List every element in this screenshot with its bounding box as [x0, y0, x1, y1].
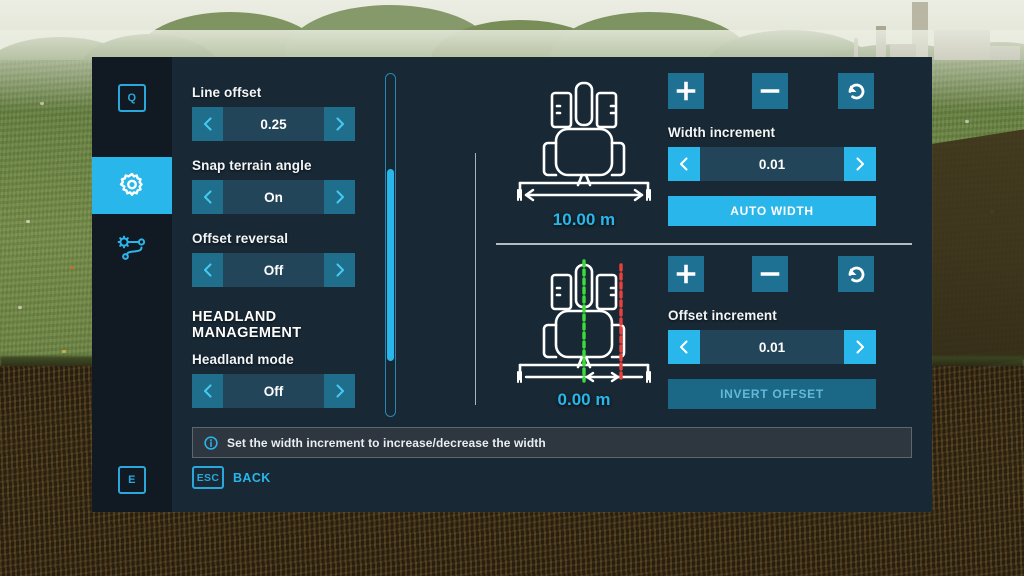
- working-width-diagram: 10.00 m: [494, 75, 674, 245]
- chevron-right-icon: [856, 157, 865, 171]
- field-headland-mode: Headland mode Off: [192, 352, 367, 408]
- esc-key-hint: ESC: [192, 466, 224, 489]
- field-snap-terrain-angle: Snap terrain angle On: [192, 158, 367, 214]
- working-width-value: 10.00 m: [552, 210, 616, 229]
- settings-left-column: Line offset 0.25 Snap terrain angle On O…: [192, 85, 367, 425]
- width-increment-label: Width increment: [668, 125, 776, 140]
- invert-offset-button[interactable]: INVERT OFFSET: [668, 379, 876, 409]
- tooltip-text: Set the width increment to increase/decr…: [227, 435, 546, 450]
- gear-route-icon: [117, 235, 146, 260]
- settings-panel: Q E Line offset 0.25 Snap terrain angle …: [92, 57, 932, 512]
- stepper-value: 0.01: [758, 156, 786, 172]
- stepper-decrement-button[interactable]: [668, 330, 700, 364]
- scrollbar-thumb[interactable]: [387, 169, 394, 361]
- stepper-decrement-button[interactable]: [668, 147, 700, 181]
- offset-increment-stepper[interactable]: 0.01: [668, 330, 876, 364]
- stepper-increment-button[interactable]: [324, 374, 355, 408]
- offset-value: 0.00 m: [557, 390, 611, 409]
- undo-arrow-icon: [848, 266, 865, 283]
- stepper-increment-button[interactable]: [844, 330, 876, 364]
- scrollbar[interactable]: [385, 73, 396, 417]
- chevron-right-icon: [335, 384, 344, 398]
- gear-icon: [119, 172, 143, 196]
- decrease-offset-button[interactable]: [752, 256, 788, 292]
- undo-arrow-icon: [848, 83, 865, 100]
- minus-icon: [760, 272, 780, 276]
- chevron-left-icon: [679, 340, 688, 354]
- sidebar-item-course[interactable]: [92, 220, 172, 277]
- offset-increment-label: Offset increment: [668, 308, 777, 323]
- decrease-width-button[interactable]: [752, 73, 788, 109]
- plus-icon: [676, 264, 696, 284]
- width-action-buttons: [668, 73, 878, 109]
- field-line-offset: Line offset 0.25: [192, 85, 367, 141]
- stepper-decrement-button[interactable]: [192, 374, 223, 408]
- info-icon: [204, 435, 218, 450]
- offset-controls-group: Offset increment 0.01 INVERT OFFSET: [668, 256, 878, 409]
- stepper-value: Off: [263, 262, 284, 278]
- reset-offset-button[interactable]: [838, 256, 874, 292]
- chevron-left-icon: [203, 190, 212, 204]
- back-row[interactable]: ESC BACK: [192, 466, 271, 489]
- horizontal-separator: [496, 243, 912, 245]
- vertical-divider: [475, 153, 476, 405]
- chevron-right-icon: [335, 117, 344, 131]
- chevron-right-icon: [856, 340, 865, 354]
- plus-icon: [676, 81, 696, 101]
- stepper-value: On: [264, 189, 283, 205]
- increase-width-button[interactable]: [668, 73, 704, 109]
- key-hint-e: E: [118, 466, 146, 494]
- offset-reversal-stepper[interactable]: Off: [192, 253, 355, 287]
- reset-width-button[interactable]: [838, 73, 874, 109]
- offset-action-buttons: [668, 256, 878, 292]
- minus-icon: [760, 89, 780, 93]
- chevron-left-icon: [203, 117, 212, 131]
- section-title-headland-management: HEADLAND MANAGEMENT: [192, 309, 302, 341]
- stepper-decrement-button[interactable]: [192, 180, 223, 214]
- tractor-top-view-offset-icon: [517, 259, 651, 383]
- stepper-increment-button[interactable]: [324, 253, 355, 287]
- field-label: Offset reversal: [192, 231, 289, 246]
- tooltip-bar: Set the width increment to increase/decr…: [192, 427, 912, 458]
- sidebar: Q E: [92, 57, 172, 512]
- stepper-increment-button[interactable]: [844, 147, 876, 181]
- stepper-value: 0.25: [260, 116, 287, 132]
- line-offset-stepper[interactable]: 0.25: [192, 107, 355, 141]
- chevron-left-icon: [203, 263, 212, 277]
- field-offset-reversal: Offset reversal Off: [192, 231, 367, 287]
- stepper-value: Off: [263, 383, 284, 399]
- snap-terrain-angle-stepper[interactable]: On: [192, 180, 355, 214]
- increase-offset-button[interactable]: [668, 256, 704, 292]
- chevron-left-icon: [203, 384, 212, 398]
- chevron-right-icon: [335, 263, 344, 277]
- stepper-increment-button[interactable]: [324, 180, 355, 214]
- width-controls-group: Width increment 0.01 AUTO WIDTH: [668, 73, 878, 226]
- chevron-left-icon: [679, 157, 688, 171]
- tractor-top-view-width-icon: [517, 81, 651, 202]
- chevron-right-icon: [335, 190, 344, 204]
- field-label: Line offset: [192, 85, 262, 100]
- stepper-decrement-button[interactable]: [192, 107, 223, 141]
- stepper-value: 0.01: [758, 339, 786, 355]
- offset-diagram: 0.00 m: [494, 257, 674, 425]
- auto-width-button[interactable]: AUTO WIDTH: [668, 196, 876, 226]
- width-increment-stepper[interactable]: 0.01: [668, 147, 876, 181]
- sidebar-item-settings[interactable]: [92, 157, 172, 214]
- stepper-increment-button[interactable]: [324, 107, 355, 141]
- headland-mode-stepper[interactable]: Off: [192, 374, 355, 408]
- stepper-decrement-button[interactable]: [192, 253, 223, 287]
- field-label: Headland mode: [192, 352, 294, 367]
- back-button-label[interactable]: BACK: [233, 471, 271, 485]
- field-label: Snap terrain angle: [192, 158, 312, 173]
- key-hint-q: Q: [118, 84, 146, 112]
